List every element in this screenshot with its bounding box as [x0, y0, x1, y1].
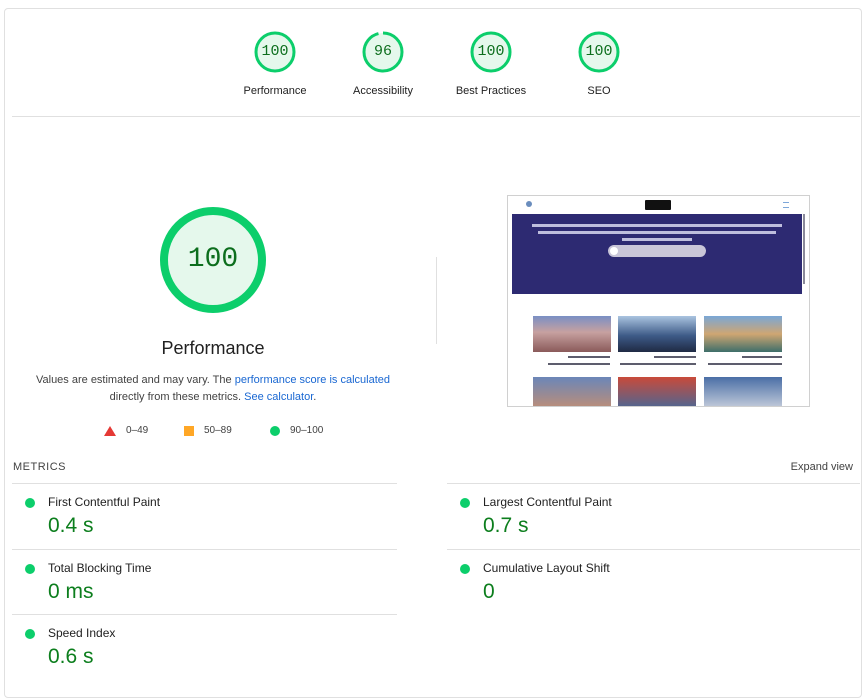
- screenshot-card: [533, 377, 611, 406]
- pass-circle-icon: [25, 498, 35, 508]
- screenshot-scrollbar: [803, 214, 805, 284]
- pass-circle-icon: [460, 498, 470, 508]
- metrics-heading: METRICS: [13, 461, 66, 473]
- gauge-label: Accessibility: [353, 85, 413, 97]
- score-legend: 0–49 50–89 90–100: [100, 425, 340, 441]
- legend-fail: 0–49: [104, 425, 148, 436]
- gauge-seo[interactable]: 100 SEO: [539, 30, 659, 97]
- gauge-best-practices[interactable]: 100 Best Practices: [431, 30, 551, 97]
- gauge-ring: 100: [469, 30, 513, 74]
- legend-average: 50–89: [184, 425, 232, 436]
- screenshot-card: [704, 316, 782, 352]
- gauge-label: Best Practices: [455, 85, 527, 97]
- logo: [645, 200, 671, 210]
- metric-name: First Contentful Paint: [48, 495, 161, 509]
- metric-largest-contentful-paint: Largest Contentful Paint 0.7 s: [447, 483, 860, 549]
- gauge-ring: 96: [361, 30, 405, 74]
- metric-name: Cumulative Layout Shift: [483, 561, 610, 575]
- final-screenshot[interactable]: [507, 195, 810, 407]
- screenshot-card: [618, 316, 696, 352]
- square-icon: [184, 425, 194, 436]
- metric-speed-index: Speed Index 0.6 s: [12, 614, 397, 680]
- card-caption: [568, 356, 610, 358]
- metric-value: 0.7 s: [483, 514, 529, 537]
- card-caption: [742, 356, 782, 358]
- section-divider: [436, 257, 437, 344]
- screenshot-card: [704, 377, 782, 406]
- screenshot-card: [533, 316, 611, 352]
- pass-circle-icon: [25, 629, 35, 639]
- pass-circle-icon: [25, 564, 35, 574]
- user-icon: [526, 201, 532, 207]
- metric-value: 0: [483, 580, 495, 603]
- performance-description: Values are estimated and may vary. The p…: [30, 372, 396, 406]
- screenshot-card: [618, 377, 696, 406]
- hero-text-line: [538, 231, 776, 234]
- gauge-label: Performance: [243, 85, 307, 97]
- performance-gauge-large: 100: [159, 206, 267, 314]
- legend-average-label: 50–89: [204, 425, 232, 436]
- metric-name: Speed Index: [48, 626, 116, 640]
- metric-value: 0.6 s: [48, 645, 94, 668]
- desc-text: .: [313, 391, 317, 403]
- performance-title: Performance: [161, 338, 265, 358]
- desc-text: directly from these metrics.: [109, 391, 245, 403]
- gauge-score: 100: [477, 43, 505, 60]
- gauge-score: 100: [585, 43, 613, 60]
- screenshot-header: [508, 196, 809, 214]
- gauge-label: SEO: [587, 85, 611, 97]
- screenshot-hero: [512, 214, 802, 294]
- metric-name: Total Blocking Time: [48, 561, 152, 575]
- score-calculated-link[interactable]: performance score is calculated: [235, 374, 390, 386]
- card-caption: [620, 363, 696, 365]
- performance-score: 100: [187, 244, 239, 275]
- legend-pass: 90–100: [270, 425, 323, 436]
- hero-search: [608, 245, 706, 257]
- circle-icon: [270, 425, 280, 436]
- header-divider: [12, 116, 860, 117]
- hero-text-line: [622, 238, 692, 241]
- menu-icon: [783, 202, 789, 208]
- category-gauges: 100 Performance 96 Accessibility 100 Bes…: [0, 30, 866, 110]
- gauge-score: 96: [373, 43, 392, 60]
- metric-value: 0.4 s: [48, 514, 94, 537]
- gauge-performance[interactable]: 100 Performance: [215, 30, 335, 97]
- triangle-icon: [104, 425, 116, 436]
- metric-value: 0 ms: [48, 580, 94, 603]
- card-caption: [654, 356, 696, 358]
- search-icon: [610, 247, 618, 255]
- gauge-ring: 100: [577, 30, 621, 74]
- gauge-accessibility[interactable]: 96 Accessibility: [323, 30, 443, 97]
- card-caption: [708, 363, 782, 365]
- pass-circle-icon: [460, 564, 470, 574]
- see-calculator-link[interactable]: See calculator: [244, 391, 313, 403]
- metric-name: Largest Contentful Paint: [483, 495, 612, 509]
- metric-cumulative-layout-shift: Cumulative Layout Shift 0: [447, 549, 860, 615]
- card-caption: [548, 363, 610, 365]
- metric-total-blocking-time: Total Blocking Time 0 ms: [12, 549, 397, 615]
- legend-fail-label: 0–49: [126, 425, 149, 436]
- expand-view-toggle[interactable]: Expand view: [791, 461, 853, 473]
- gauge-ring: 100: [253, 30, 297, 74]
- gauge-score: 100: [261, 43, 289, 60]
- hero-text-line: [532, 224, 782, 227]
- desc-text: Values are estimated and may vary. The: [35, 374, 235, 386]
- metric-first-contentful-paint: First Contentful Paint 0.4 s: [12, 483, 397, 549]
- legend-pass-label: 90–100: [290, 425, 324, 436]
